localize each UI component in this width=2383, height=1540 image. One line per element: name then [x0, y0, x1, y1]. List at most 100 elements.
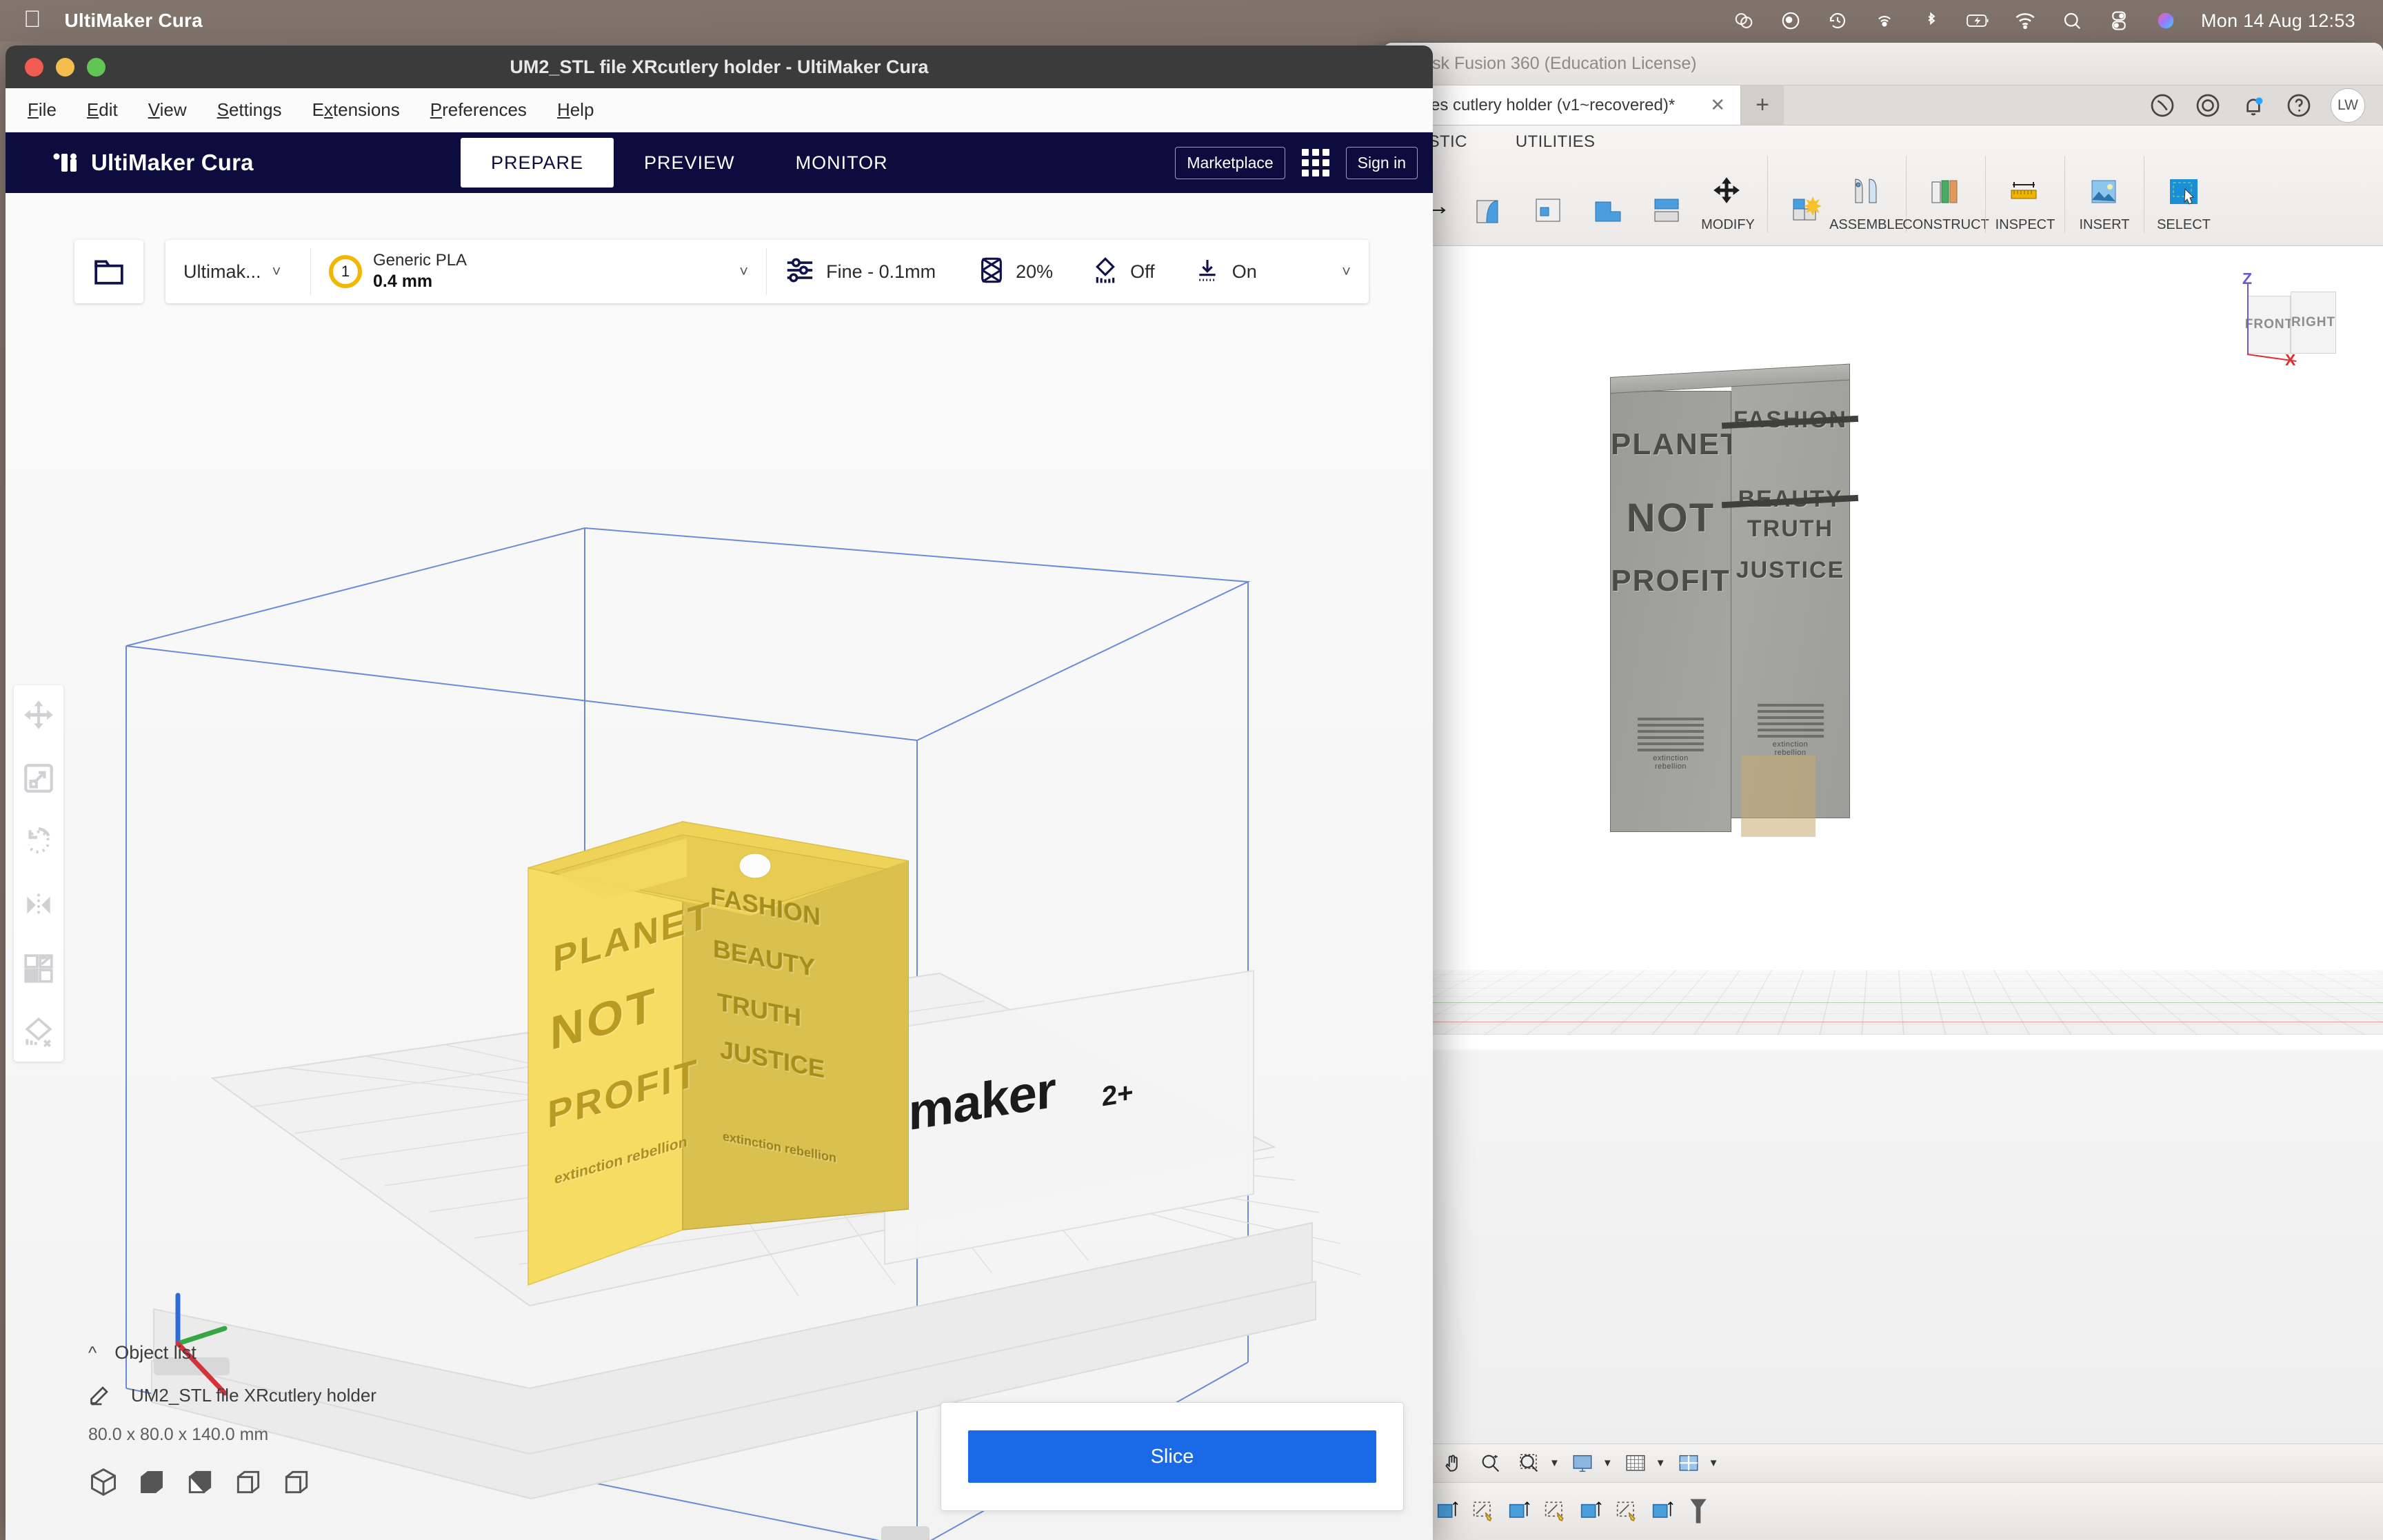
help-icon[interactable]: [2285, 92, 2313, 119]
menu-file[interactable]: File: [12, 99, 72, 121]
solid-view-icon[interactable]: [88, 1467, 119, 1497]
spotlight-search-icon[interactable]: [2060, 9, 2084, 32]
menu-help[interactable]: Help: [542, 99, 609, 121]
marketplace-button[interactable]: Marketplace: [1175, 146, 1285, 179]
chevron-down-icon[interactable]: ▼: [1549, 1457, 1560, 1469]
modify-shell-button[interactable]: [1520, 188, 1580, 233]
airplay-icon[interactable]: [1873, 9, 1896, 32]
avatar[interactable]: LW: [2331, 88, 2365, 123]
extrude-icon[interactable]: [1434, 1497, 1464, 1527]
sketch-icon[interactable]: [1541, 1497, 1571, 1527]
fusion-navigation-bar[interactable]: ▼ ▼ ▼ ▼: [1382, 1443, 2383, 1482]
pan-icon[interactable]: [1436, 1450, 1468, 1477]
cura-menubar[interactable]: File Edit View Settings Extensions Prefe…: [6, 88, 1433, 132]
extrude-icon[interactable]: [1505, 1497, 1536, 1527]
viewports-icon[interactable]: [1673, 1450, 1705, 1477]
ribbon-tab-utilities[interactable]: UTILITIES: [1516, 132, 1596, 152]
apple-logo-icon[interactable]: : [23, 8, 41, 31]
mirror-icon[interactable]: [21, 888, 56, 922]
sketch-icon[interactable]: [1613, 1497, 1643, 1527]
wifi-icon[interactable]: [2013, 9, 2037, 32]
modify-move-button[interactable]: MODIFY: [1698, 169, 1758, 233]
insert-canvas-button[interactable]: INSERT: [2075, 169, 2134, 233]
chevron-down-icon[interactable]: ▼: [1602, 1457, 1613, 1469]
tab-monitor[interactable]: MONITOR: [765, 132, 918, 193]
cura-configuration-bar[interactable]: Ultimak... ˅ 1 Generic PLA 0.4 mm ˅ Fine…: [165, 240, 1369, 303]
menu-extensions[interactable]: Extensions: [297, 99, 415, 121]
plus-icon[interactable]: +: [1741, 85, 1784, 125]
cura-model-cutlery-holder[interactable]: PLANET NOT PROFIT extinction rebellion F…: [523, 796, 909, 1292]
material-selector[interactable]: 1 Generic PLA 0.4 mm ˅: [311, 240, 766, 303]
object-list-item[interactable]: UM2_STL file XRcutlery holder: [88, 1381, 376, 1410]
cura-3d-viewport[interactable]: imaker 2+ PLANET NOT PROFIT extinction r…: [6, 230, 1433, 1540]
object-list-header[interactable]: ^ Object list: [88, 1342, 376, 1364]
chevron-down-icon[interactable]: ▼: [1656, 1457, 1666, 1469]
extrude-icon[interactable]: [1577, 1497, 1607, 1527]
select-tool-button[interactable]: SELECT: [2154, 169, 2213, 233]
active-app-name[interactable]: UltiMaker Cura: [65, 10, 203, 32]
job-status-icon[interactable]: [2194, 92, 2222, 119]
menu-settings[interactable]: Settings: [202, 99, 297, 121]
tab-prepare[interactable]: PREPARE: [461, 138, 614, 188]
tab-preview[interactable]: PREVIEW: [614, 132, 765, 193]
modify-fillet-button[interactable]: [1461, 188, 1520, 233]
viewcube-face-front[interactable]: FRONT: [2245, 296, 2293, 354]
menu-preferences[interactable]: Preferences: [415, 99, 542, 121]
xray-view-icon[interactable]: [137, 1467, 167, 1497]
printer-selector[interactable]: Ultimak... ˅: [165, 240, 310, 303]
cura-window[interactable]: UM2_STL file XRcutlery holder - UltiMake…: [6, 45, 1433, 1540]
scale-icon[interactable]: [21, 761, 56, 796]
zoom-icon[interactable]: [1475, 1450, 1507, 1477]
display-settings-icon[interactable]: [1567, 1450, 1598, 1477]
close-icon[interactable]: ✕: [1710, 94, 1725, 116]
menubar-clock[interactable]: Mon 14 Aug 12:53: [2201, 10, 2355, 32]
timeline-marker-icon[interactable]: [1685, 1497, 1715, 1527]
cube-view-3-icon[interactable]: [233, 1467, 263, 1497]
grid-snap-icon[interactable]: [1620, 1450, 1651, 1477]
mac-menubar[interactable]:  UltiMaker Cura: [0, 0, 2383, 41]
modify-combine-button[interactable]: [1580, 188, 1639, 233]
sketch-icon[interactable]: [1469, 1497, 1500, 1527]
fusion360-window[interactable]: sk Fusion 360 (Education License) dishes…: [1382, 43, 2383, 1540]
assemble-new-component-button[interactable]: [1778, 188, 1837, 233]
chevron-down-icon[interactable]: ▼: [1709, 1457, 1719, 1469]
print-settings-selector[interactable]: Fine - 0.1mm 20% Off On ˅: [767, 240, 1369, 303]
extrude-icon[interactable]: [1649, 1497, 1679, 1527]
cura-stage-tabs[interactable]: PREPARE PREVIEW MONITOR: [461, 132, 918, 193]
view-mode-buttons[interactable]: [88, 1467, 376, 1497]
chevron-down-icon[interactable]: ˅: [739, 263, 748, 281]
per-model-settings-icon[interactable]: [21, 951, 56, 986]
object-list-panel[interactable]: ^ Object list UM2_STL file XRcutlery hol…: [88, 1342, 376, 1497]
open-file-button[interactable]: [74, 240, 143, 303]
chevron-down-icon[interactable]: ˅: [1342, 263, 1351, 281]
record-icon[interactable]: [1779, 9, 1802, 32]
cube-view-4-icon[interactable]: [281, 1467, 312, 1497]
menu-edit[interactable]: Edit: [72, 99, 133, 121]
siri-icon[interactable]: [2154, 9, 2178, 32]
app-grid-icon[interactable]: [1301, 149, 1329, 176]
notifications-bell-icon[interactable]: [2240, 92, 2267, 119]
chevron-up-icon[interactable]: ^: [88, 1342, 97, 1364]
move-icon[interactable]: [21, 698, 56, 732]
chevron-down-icon[interactable]: ˅: [272, 263, 281, 281]
viewcube-face-right[interactable]: RIGHT: [2291, 292, 2336, 354]
assemble-joint-button[interactable]: ASSEMBLE: [1829, 169, 1904, 233]
fusion-3d-canvas[interactable]: PLANET NOT PROFIT extinction rebellion F…: [1382, 246, 2383, 1540]
cura-model-tools[interactable]: [14, 685, 63, 1062]
refresh-icon[interactable]: [2149, 92, 2176, 119]
support-blocker-icon[interactable]: [21, 1015, 56, 1049]
time-machine-icon[interactable]: [1826, 9, 1849, 32]
fusion-timeline[interactable]: [1382, 1482, 2383, 1540]
modify-split-button[interactable]: [1639, 188, 1698, 233]
inspect-measure-button[interactable]: INSPECT: [1995, 169, 2055, 233]
fusion-document-tab[interactable]: dishes cutlery holder (v1~recovered)* ✕: [1382, 85, 1741, 125]
construct-plane-button[interactable]: CONSTRUCT: [1902, 169, 1989, 233]
layer-view-icon[interactable]: [185, 1467, 215, 1497]
sign-in-button[interactable]: Sign in: [1345, 146, 1418, 179]
fusion-viewcube[interactable]: FRONT RIGHT Z X: [2226, 270, 2357, 374]
control-center-icon[interactable]: [2107, 9, 2131, 32]
rotate-icon[interactable]: [21, 824, 56, 859]
menu-view[interactable]: View: [133, 99, 202, 121]
slice-button[interactable]: Slice: [968, 1430, 1376, 1483]
bluetooth-icon[interactable]: [1920, 9, 1943, 32]
